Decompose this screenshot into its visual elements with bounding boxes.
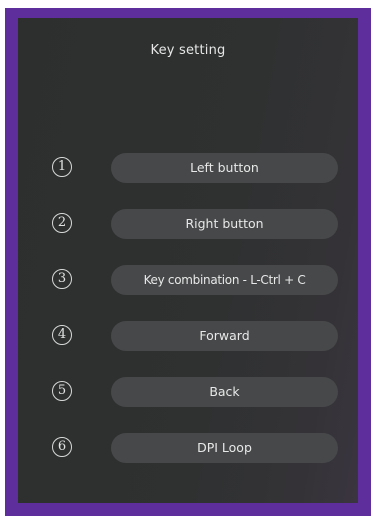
key-number-3: 3	[52, 269, 72, 289]
key-setting-panel: Key setting 1 Left button 2 Right button…	[18, 18, 358, 503]
key-number-6: 6	[52, 437, 72, 457]
key-2-button[interactable]: Right button	[111, 209, 338, 239]
key-number-1: 1	[52, 157, 72, 177]
key-number-2: 2	[52, 213, 72, 233]
key-number-5: 5	[52, 381, 72, 401]
key-row-4: 4 Forward	[18, 321, 358, 351]
key-3-button[interactable]: Key combination - L-Ctrl + C	[111, 265, 338, 295]
key-5-button[interactable]: Back	[111, 377, 338, 407]
key-6-button[interactable]: DPI Loop	[111, 433, 338, 463]
key-row-5: 5 Back	[18, 377, 358, 407]
key-4-button[interactable]: Forward	[111, 321, 338, 351]
key-number-4: 4	[52, 325, 72, 345]
key-row-3: 3 Key combination - L-Ctrl + C	[18, 265, 358, 295]
key-row-6: 6 DPI Loop	[18, 433, 358, 463]
key-1-button[interactable]: Left button	[111, 153, 338, 183]
window-frame: Key setting 1 Left button 2 Right button…	[5, 8, 371, 516]
panel-title: Key setting	[150, 43, 226, 58]
key-row-2: 2 Right button	[18, 209, 358, 239]
key-row-1: 1 Left button	[18, 153, 358, 183]
